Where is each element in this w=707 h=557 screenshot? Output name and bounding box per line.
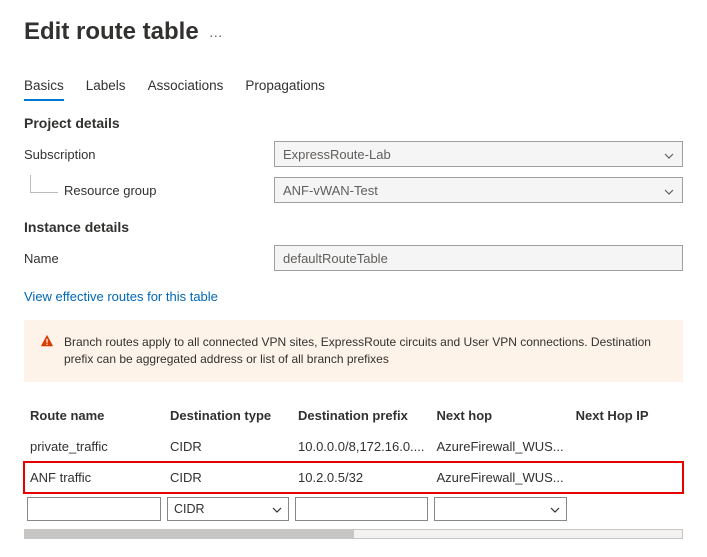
col-destination-prefix: Destination prefix bbox=[292, 400, 431, 431]
warning-banner: Branch routes apply to all connected VPN… bbox=[24, 320, 683, 382]
cell-next-hop: AzureFirewall_WUS... bbox=[431, 431, 570, 462]
resource-group-label: Resource group bbox=[64, 183, 157, 198]
cell-next-hop-ip bbox=[570, 462, 683, 493]
new-destination-type-dropdown[interactable]: CIDR bbox=[167, 497, 289, 521]
instance-details-header: Instance details bbox=[24, 219, 683, 235]
more-actions-icon[interactable]: … bbox=[209, 24, 224, 40]
table-row[interactable]: ANF traffic CIDR 10.2.0.5/32 AzureFirewa… bbox=[24, 462, 683, 493]
chevron-down-icon bbox=[664, 185, 674, 195]
cell-destination-type: CIDR bbox=[164, 462, 292, 493]
routes-table: Route name Destination type Destination … bbox=[24, 400, 683, 539]
tab-propagations[interactable]: Propagations bbox=[245, 74, 325, 101]
cell-destination-prefix: 10.2.0.5/32 bbox=[292, 462, 431, 493]
cell-destination-type: CIDR bbox=[164, 431, 292, 462]
subscription-dropdown[interactable]: ExpressRoute-Lab bbox=[274, 141, 683, 167]
resource-group-value: ANF-vWAN-Test bbox=[283, 183, 378, 198]
chevron-down-icon bbox=[664, 149, 674, 159]
cell-route-name: ANF traffic bbox=[24, 462, 164, 493]
name-field[interactable]: defaultRouteTable bbox=[274, 245, 683, 271]
table-new-row: CIDR bbox=[24, 493, 683, 525]
new-route-name-input[interactable] bbox=[27, 497, 161, 521]
chevron-down-icon bbox=[550, 504, 560, 514]
tab-associations[interactable]: Associations bbox=[148, 74, 224, 101]
col-destination-type: Destination type bbox=[164, 400, 292, 431]
name-label: Name bbox=[24, 251, 274, 266]
tab-basics[interactable]: Basics bbox=[24, 74, 64, 101]
horizontal-scrollbar[interactable] bbox=[24, 529, 683, 539]
warning-text: Branch routes apply to all connected VPN… bbox=[64, 334, 667, 368]
table-row[interactable]: private_traffic CIDR 10.0.0.0/8,172.16.0… bbox=[24, 431, 683, 462]
project-details-header: Project details bbox=[24, 115, 683, 131]
tabs: Basics Labels Associations Propagations bbox=[24, 74, 683, 101]
cell-next-hop: AzureFirewall_WUS... bbox=[431, 462, 570, 493]
indent-connector: Resource group bbox=[24, 181, 274, 199]
cell-destination-prefix: 10.0.0.0/8,172.16.0.... bbox=[292, 431, 431, 462]
new-destination-prefix-input[interactable] bbox=[295, 497, 428, 521]
name-value: defaultRouteTable bbox=[283, 251, 388, 266]
subscription-label: Subscription bbox=[24, 147, 274, 162]
col-next-hop: Next hop bbox=[431, 400, 570, 431]
new-dtype-value: CIDR bbox=[174, 502, 205, 516]
resource-group-dropdown[interactable]: ANF-vWAN-Test bbox=[274, 177, 683, 203]
col-route-name: Route name bbox=[24, 400, 164, 431]
new-next-hop-dropdown[interactable] bbox=[434, 497, 567, 521]
chevron-down-icon bbox=[272, 504, 282, 514]
col-next-hop-ip: Next Hop IP bbox=[570, 400, 683, 431]
tab-labels[interactable]: Labels bbox=[86, 74, 126, 101]
cell-route-name: private_traffic bbox=[24, 431, 164, 462]
cell-next-hop-ip bbox=[570, 431, 683, 462]
page-title: Edit route table bbox=[24, 18, 199, 46]
scroll-thumb[interactable] bbox=[25, 530, 354, 538]
view-effective-routes-link[interactable]: View effective routes for this table bbox=[24, 289, 218, 304]
subscription-value: ExpressRoute-Lab bbox=[283, 147, 391, 162]
warning-icon bbox=[40, 334, 54, 368]
